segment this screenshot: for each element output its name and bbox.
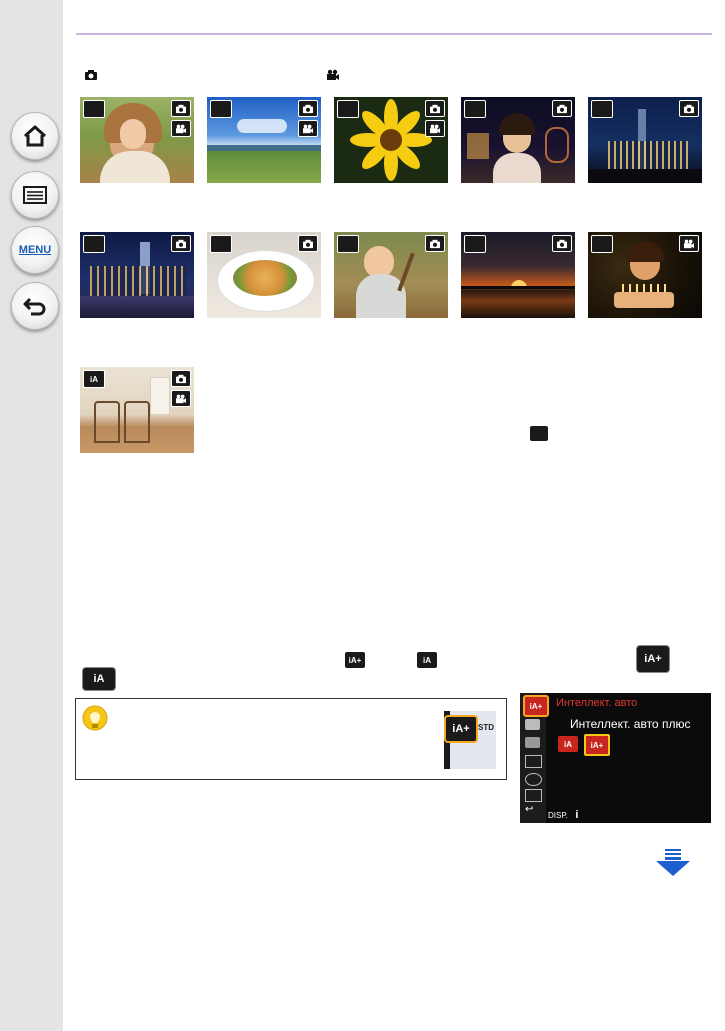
video-camera-icon (327, 69, 339, 80)
setup-tab-icon[interactable] (525, 773, 542, 786)
disp-info-hint: DISP. i (548, 805, 578, 823)
photo-available-icon (171, 100, 191, 117)
handheld-night-mode-icon (591, 100, 613, 118)
night-portrait-mode-icon (464, 100, 486, 118)
sidebar: MENU (0, 0, 63, 1031)
low-light-mode-icon (591, 235, 613, 253)
list-icon (23, 186, 47, 204)
sunset-mode-icon (464, 235, 486, 253)
next-page-arrow-icon[interactable] (655, 849, 691, 877)
motion-picture-tab-icon[interactable] (525, 737, 540, 748)
video-available-icon (171, 390, 191, 407)
food-mode-icon (210, 235, 232, 253)
std-label: STD (478, 723, 494, 732)
intelligent-auto-tab-icon[interactable]: iA+ (523, 695, 549, 717)
tip-box: iA+ STD (75, 698, 507, 780)
photo-available-icon (425, 235, 445, 252)
camera-icon (85, 70, 97, 80)
scene-thumbnail-sunset (461, 232, 575, 318)
lightbulb-icon (82, 705, 108, 731)
intelligent-auto-mode-large-icon: iA (82, 667, 116, 691)
baby-mode-icon (337, 235, 359, 253)
photo-available-icon (298, 235, 318, 252)
disp-label: DISP. (548, 811, 568, 820)
header-divider (76, 33, 712, 35)
scenery-mode-icon (210, 100, 232, 118)
photo-available-icon (552, 100, 572, 117)
scene-thumbnail-handheld-night-shot (588, 97, 702, 183)
scene-thumbnail-macro (334, 97, 448, 183)
menu-title: Интеллект. авто (556, 697, 638, 709)
photo-available-icon (171, 370, 191, 387)
info-label: i (575, 809, 579, 821)
menu-subtitle: Интеллект. авто плюс (570, 717, 691, 731)
video-available-icon (171, 120, 191, 137)
return-arrow-icon (23, 297, 46, 316)
photo-available-icon (298, 100, 318, 117)
intelligent-auto-mode-icon: iA (83, 370, 105, 388)
contents-button[interactable] (11, 171, 59, 219)
video-available-icon (298, 120, 318, 137)
baby-mode-inline-icon (530, 426, 548, 441)
scene-thumbnail-portrait (80, 97, 194, 183)
scene-thumbnail-night-scenery (80, 232, 194, 318)
macro-mode-icon (337, 100, 359, 118)
intelligent-auto-plus-inline-icon: iA+ (345, 652, 365, 668)
scene-thumbnail-intelligent-auto: iA (80, 367, 194, 453)
scene-thumbnail-low-light (588, 232, 702, 318)
intelligent-auto-plus-option[interactable]: iA+ (584, 734, 610, 756)
video-available-icon (679, 235, 699, 252)
photo-available-icon (552, 235, 572, 252)
photo-available-icon (679, 100, 699, 117)
intelligent-auto-plus-mode-icon: iA+ (636, 645, 670, 673)
home-icon (23, 125, 47, 147)
scene-thumbnail-food (207, 232, 321, 318)
scene-thumbnail-night-portrait (461, 97, 575, 183)
photo-available-icon (425, 100, 445, 117)
intelligent-auto-plus-highlight-icon: iA+ (444, 715, 478, 743)
home-button[interactable] (11, 112, 59, 160)
intelligent-auto-inline-icon: iA (417, 652, 437, 668)
menu-button[interactable]: MENU (11, 226, 59, 274)
mode-display-preview: iA+ STD (444, 711, 496, 769)
video-available-icon (425, 120, 445, 137)
back-button[interactable] (11, 282, 59, 330)
rec-tab-icon[interactable] (525, 719, 540, 730)
photo-available-icon (171, 235, 191, 252)
playback-tab-icon[interactable] (525, 789, 542, 802)
custom-tab-icon[interactable] (525, 755, 542, 768)
scene-thumbnail-scenery (207, 97, 321, 183)
portrait-mode-icon (83, 100, 105, 118)
night-scenery-mode-icon (83, 235, 105, 253)
camera-menu-screen: iA+ ↩ Интеллект. авто Интеллект. авто пл… (520, 693, 711, 823)
menu-return-icon[interactable]: ↩ (525, 805, 540, 815)
menu-label: MENU (18, 244, 52, 256)
intelligent-auto-option[interactable]: iA (558, 736, 578, 752)
scene-thumbnail-baby (334, 232, 448, 318)
